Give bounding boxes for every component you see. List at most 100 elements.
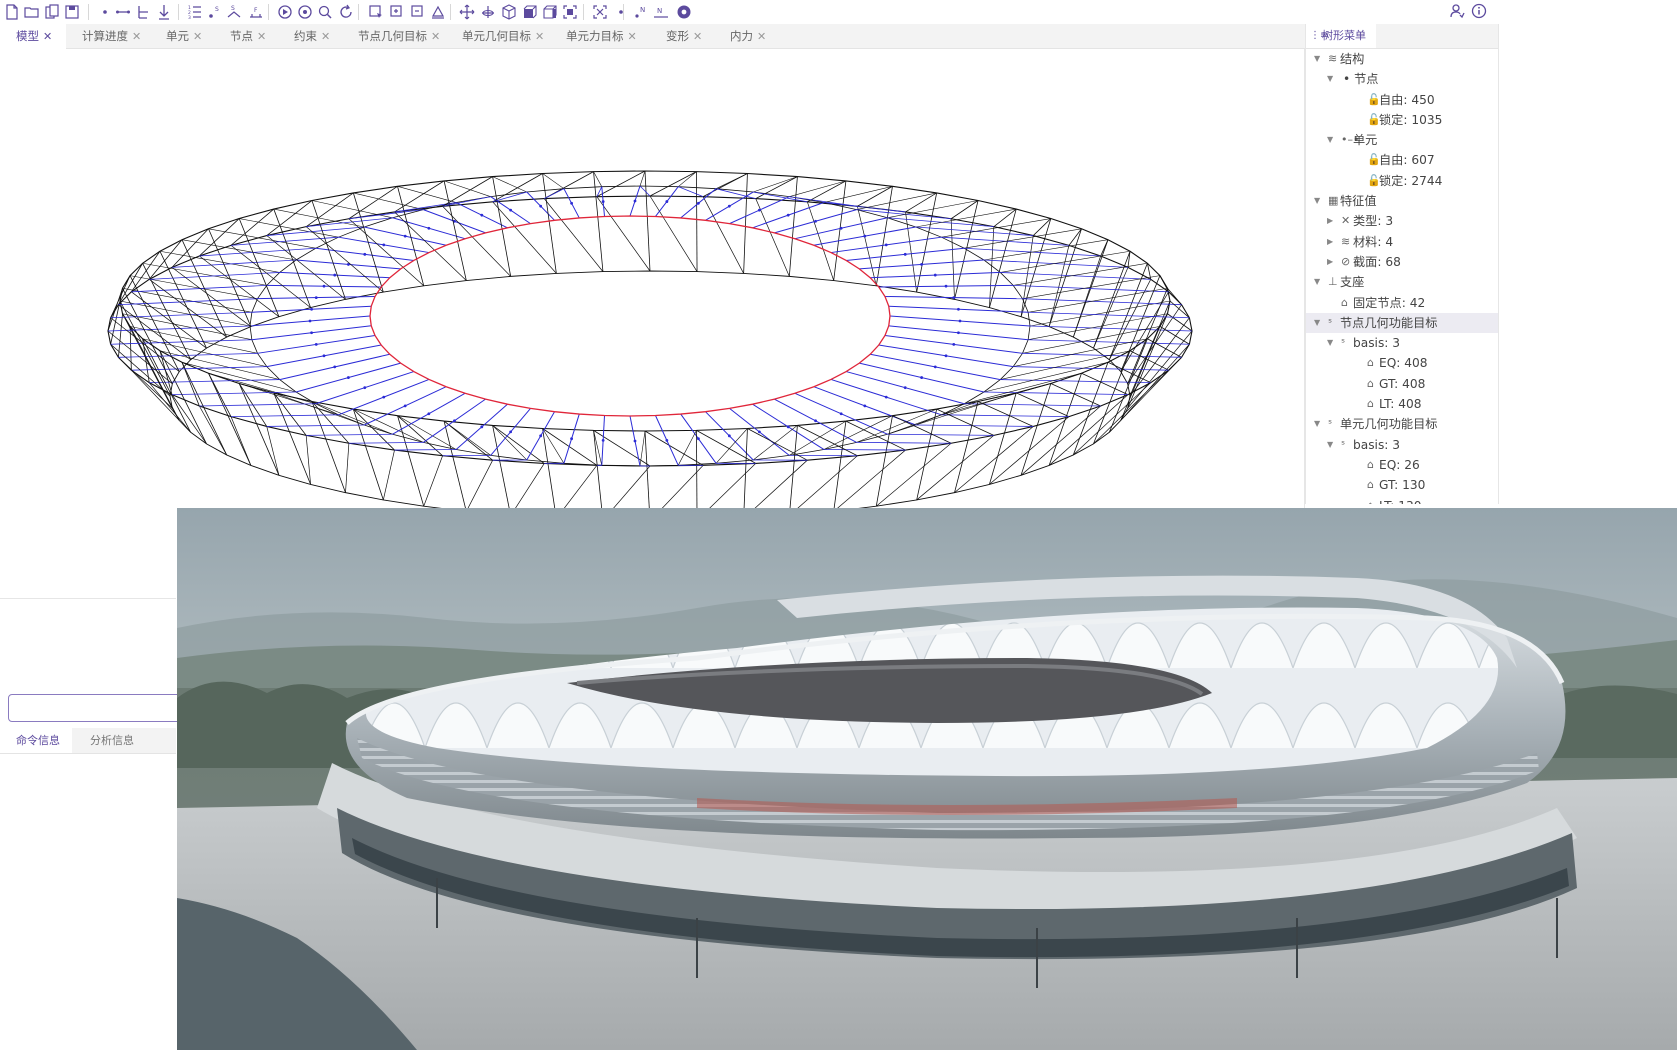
tab-close-icon[interactable]: ✕ xyxy=(193,30,202,43)
select-clear-icon[interactable] xyxy=(429,3,447,21)
copy-file-icon[interactable] xyxy=(43,3,61,21)
tree-expand-icon[interactable]: ▼ xyxy=(1314,272,1320,292)
truss-web xyxy=(492,425,528,461)
node-label-icon[interactable]: N xyxy=(632,3,650,21)
tab-command-info[interactable]: 命令信息 xyxy=(0,728,72,753)
tree-row[interactable]: ⌂ GT: 408 xyxy=(1306,374,1498,394)
rotate-icon[interactable] xyxy=(479,3,497,21)
tree-expand-icon[interactable]: ▼ xyxy=(1314,313,1320,333)
tree-row[interactable]: 🔓 锁定: 1035 xyxy=(1306,110,1498,130)
tree-row[interactable]: ▼ ▦ 特征值 xyxy=(1306,191,1498,211)
tree-expand-icon[interactable]: ▼ xyxy=(1327,333,1333,353)
tree-node-icon: ⊥ xyxy=(1328,275,1338,289)
tree-row[interactable]: ▼ • 节点 xyxy=(1306,69,1498,89)
tab-8[interactable]: 变形 ✕ xyxy=(650,24,714,48)
tab-tree-menu[interactable]: ⋮≡ 树形菜单 xyxy=(1306,24,1376,48)
tab-4[interactable]: 约束 ✕ xyxy=(278,24,342,48)
node-icon[interactable] xyxy=(96,3,114,21)
tree-row[interactable]: ⌂ LT: 130 xyxy=(1306,496,1498,504)
constraint-icon[interactable] xyxy=(134,3,152,21)
tab-9[interactable]: 内力 ✕ xyxy=(714,24,778,48)
run-icon[interactable] xyxy=(276,3,294,21)
info-icon[interactable] xyxy=(1471,3,1487,23)
user-icon[interactable] xyxy=(1449,3,1465,23)
tab-close-icon[interactable]: ✕ xyxy=(132,30,141,43)
numbered-list-icon[interactable]: 123 xyxy=(186,3,204,21)
move-icon[interactable] xyxy=(458,3,476,21)
tree-row[interactable]: ⌂ EQ: 26 xyxy=(1306,455,1498,475)
select-add-icon[interactable] xyxy=(388,3,406,21)
tree-row[interactable]: ▼ ≋ 结构 xyxy=(1306,49,1498,69)
element-label-icon[interactable]: N xyxy=(652,3,670,21)
cable-node xyxy=(539,434,543,438)
tree-row[interactable]: ▼ ˢ basis: 3 xyxy=(1306,435,1498,455)
tree-row[interactable]: ▼ •–• 单元 xyxy=(1306,130,1498,150)
tab-6[interactable]: 单元几何目标 ✕ xyxy=(446,24,550,48)
save-icon[interactable] xyxy=(63,3,81,21)
tab-1[interactable]: 计算进度 ✕ xyxy=(66,24,150,48)
tab-close-icon[interactable]: ✕ xyxy=(535,30,544,43)
tree-expand-icon[interactable]: ▼ xyxy=(1314,49,1320,69)
tab-7[interactable]: 单元力目标 ✕ xyxy=(550,24,650,48)
tab-2[interactable]: 单元 ✕ xyxy=(150,24,214,48)
tree-row[interactable]: ▼ ⊥ 支座 xyxy=(1306,272,1498,292)
tree-row[interactable]: 🔓 自由: 607 xyxy=(1306,150,1498,170)
element-s-icon[interactable]: S xyxy=(225,3,243,21)
tree-row[interactable]: ⌂ 固定节点: 42 xyxy=(1306,293,1498,313)
tree-row[interactable]: ⌂ GT: 130 xyxy=(1306,475,1498,495)
tree-row[interactable]: 🔓 自由: 450 xyxy=(1306,90,1498,110)
element-icon[interactable] xyxy=(114,3,132,21)
tree-row[interactable]: ▼ ˢ 节点几何功能目标 xyxy=(1306,312,1498,334)
new-file-icon[interactable] xyxy=(3,3,21,21)
truss-web xyxy=(983,239,1109,261)
zoom-icon[interactable] xyxy=(316,3,334,21)
tree-row[interactable]: ▶ ≋ 材料: 4 xyxy=(1306,232,1498,252)
tree-row[interactable]: ⌂ LT: 408 xyxy=(1306,394,1498,414)
fit-icon[interactable] xyxy=(561,3,579,21)
tab-close-icon[interactable]: ✕ xyxy=(693,30,702,43)
tree-row[interactable]: ▼ ˢ basis: 3 xyxy=(1306,333,1498,353)
tab-close-icon[interactable]: ✕ xyxy=(757,30,766,43)
fit-all-icon[interactable] xyxy=(591,3,609,21)
tab-close-icon[interactable]: ✕ xyxy=(321,30,330,43)
tab-3[interactable]: 节点 ✕ xyxy=(214,24,278,48)
refresh-icon[interactable] xyxy=(337,3,355,21)
truss-web xyxy=(148,382,191,433)
tree-expand-icon[interactable]: ▼ xyxy=(1327,69,1333,89)
select-remove-icon[interactable] xyxy=(409,3,427,21)
cube-side-icon[interactable] xyxy=(541,3,559,21)
select-icon[interactable] xyxy=(367,3,385,21)
tree-row[interactable]: ▼ ˢ 单元几何功能目标 xyxy=(1306,414,1498,434)
tab-close-icon[interactable]: ✕ xyxy=(431,30,440,43)
tab-analysis-info[interactable]: 分析信息 xyxy=(72,728,176,753)
element-f-icon[interactable]: F xyxy=(247,3,265,21)
tab-5[interactable]: 节点几何目标 ✕ xyxy=(342,24,446,48)
tree-expand-icon[interactable]: ▼ xyxy=(1314,414,1320,434)
tree-row[interactable]: ⌂ EQ: 408 xyxy=(1306,353,1498,373)
command-input[interactable] xyxy=(8,694,194,722)
truss-diagonal xyxy=(1068,228,1082,246)
tree-row[interactable]: 🔓 锁定: 2744 xyxy=(1306,171,1498,191)
tab-close-icon[interactable]: ✕ xyxy=(43,30,52,43)
tab-close-icon[interactable]: ✕ xyxy=(257,30,266,43)
cube-front-icon[interactable] xyxy=(521,3,539,21)
tree-expand-icon[interactable]: ▼ xyxy=(1314,191,1320,211)
cube-iso-icon[interactable] xyxy=(500,3,518,21)
tree-expand-icon[interactable]: ▶ xyxy=(1327,252,1333,272)
load-icon[interactable] xyxy=(155,3,173,21)
node-s-icon[interactable]: S xyxy=(205,3,223,21)
tree-expand-icon[interactable]: ▶ xyxy=(1327,211,1333,231)
tab-close-icon[interactable]: ✕ xyxy=(628,30,637,43)
tree-expand-icon[interactable]: ▶ xyxy=(1327,232,1333,252)
tab-0[interactable]: 模型 ✕ xyxy=(0,24,66,50)
truss-diagonal xyxy=(993,208,1017,227)
open-folder-icon[interactable] xyxy=(23,3,41,21)
point-icon[interactable] xyxy=(612,3,630,21)
tree-row[interactable]: ▶ ✕ 类型: 3 xyxy=(1306,211,1498,231)
tree-row[interactable]: ▶ ⊘ 截面: 68 xyxy=(1306,252,1498,272)
settings-icon[interactable] xyxy=(675,3,693,21)
play-icon[interactable] xyxy=(296,3,314,21)
cable-node xyxy=(920,376,924,379)
tree-expand-icon[interactable]: ▼ xyxy=(1327,435,1333,455)
tree-expand-icon[interactable]: ▼ xyxy=(1327,130,1333,150)
